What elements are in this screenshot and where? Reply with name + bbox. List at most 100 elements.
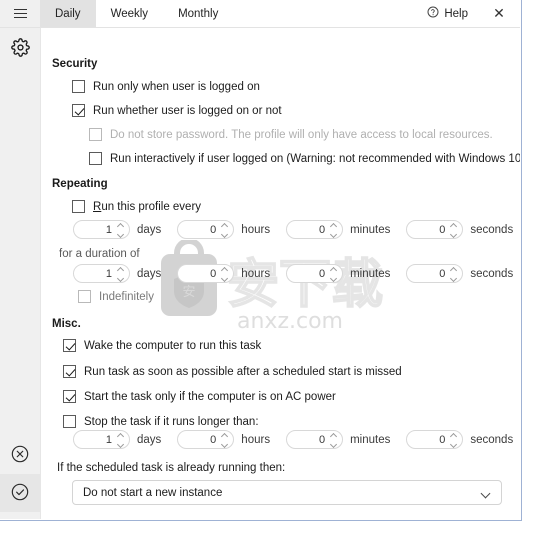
checkbox-ac-power-only[interactable] [63,390,76,403]
duration-seconds-stepper[interactable] [449,267,458,281]
chevron-down-icon[interactable] [481,490,491,496]
chevron-up-icon[interactable] [118,433,124,437]
checkbox-row-wake-computer[interactable]: Wake the computer to run this task [63,339,261,352]
chevron-down-icon[interactable] [222,233,228,237]
chevron-down-icon[interactable] [451,233,457,237]
svg-text:安: 安 [182,285,195,300]
chevron-down-icon[interactable] [222,277,228,281]
cancel-circle-icon [10,444,30,467]
tab-daily-label: Daily [55,7,81,20]
checkbox-row-run-interactively[interactable]: Run interactively if user logged on (War… [89,152,520,165]
stop-after-days-input[interactable]: 1 [73,430,130,449]
stop-after-hours-value: 0 [210,433,217,446]
checkbox-run-whether-logged-on[interactable] [72,104,85,117]
interval-days-input[interactable]: 1 [73,220,130,239]
chevron-down-icon[interactable] [451,277,457,281]
sidebar [0,28,41,519]
duration-minutes-stepper[interactable] [329,267,338,281]
checkbox-run-asap-after-missed[interactable] [63,365,76,378]
interval-hours-stepper[interactable] [220,223,229,237]
interval-seconds-input[interactable]: 0 [406,220,464,239]
cancel-button[interactable] [0,436,40,474]
duration-minutes-input[interactable]: 0 [286,264,344,283]
checkbox-wake-computer-label: Wake the computer to run this task [84,339,262,352]
stop-after-minutes-input[interactable]: 0 [286,430,344,449]
duration-hours-input[interactable]: 0 [177,264,235,283]
chevron-up-icon[interactable] [451,223,457,227]
interval-days-stepper[interactable] [116,223,125,237]
checkbox-row-run-only-logged-on[interactable]: Run only when user is logged on [72,80,260,93]
checkbox-row-stop-task-if-longer[interactable]: Stop the task if it runs longer than: [63,415,259,428]
interval-minutes: 0 minutes [286,220,406,239]
duration-days-input[interactable]: 1 [73,264,130,283]
checkbox-stop-task-if-longer[interactable] [63,415,76,428]
stop-after-seconds-input[interactable]: 0 [406,430,464,449]
stop-after-days-stepper[interactable] [116,433,125,447]
checkbox-run-asap-after-missed-label: Run task as soon as possible after a sch… [84,365,402,378]
tab-daily[interactable]: Daily [40,0,96,27]
help-button[interactable]: Help [417,0,478,27]
tab-weekly[interactable]: Weekly [96,0,164,27]
duration-days-stepper[interactable] [116,267,125,281]
stop-after-days-value: 1 [105,433,112,446]
chevron-up-icon[interactable] [331,433,337,437]
stop-after-hours-stepper[interactable] [220,433,229,447]
interval-seconds-stepper[interactable] [449,223,458,237]
checkbox-indefinitely[interactable] [78,290,91,303]
checkbox-row-run-asap-after-missed[interactable]: Run task as soon as possible after a sch… [63,365,402,378]
check-circle-icon [10,482,30,505]
checkbox-row-run-whether-logged-on[interactable]: Run whether user is logged on or not [72,104,282,117]
checkbox-run-whether-logged-on-label: Run whether user is logged on or not [93,104,282,117]
chevron-down-icon[interactable] [331,277,337,281]
duration-days: 1 days [73,264,177,283]
checkbox-run-only-logged-on[interactable] [72,80,85,93]
checkbox-wake-computer[interactable] [63,339,76,352]
confirm-button[interactable] [0,474,40,512]
sidebar-item-settings[interactable] [0,30,40,68]
stop-after-hours-input[interactable]: 0 [177,430,235,449]
close-button[interactable]: ✕ [478,0,520,27]
checkbox-row-indefinitely[interactable]: Indefinitely [78,290,154,303]
duration-label: for a duration of [59,248,140,260]
interval-minutes-value: 0 [318,223,326,236]
chevron-down-icon[interactable] [118,233,124,237]
interval-seconds: 0 seconds [406,220,520,239]
chevron-up-icon[interactable] [222,223,228,227]
checkbox-indefinitely-label: Indefinitely [99,290,154,303]
stop-after-minutes-stepper[interactable] [329,433,338,447]
menu-button[interactable] [0,0,40,27]
duration-hours-stepper[interactable] [220,267,229,281]
interval-hours-input[interactable]: 0 [177,220,235,239]
tab-monthly[interactable]: Monthly [163,0,233,27]
duration-seconds-input[interactable]: 0 [406,264,464,283]
checkbox-do-not-store-password[interactable] [89,128,102,141]
chevron-down-icon[interactable] [451,443,457,447]
checkbox-row-do-not-store-password[interactable]: Do not store password. The profile will … [89,128,493,141]
stop-after-spinner-row: 1 days 0 hours 0 minutes 0 seconds [73,430,520,449]
chevron-up-icon[interactable] [331,267,337,271]
checkbox-run-this-profile-every[interactable] [72,200,85,213]
checkbox-run-this-profile-every-label: Run this profile every [93,201,201,213]
chevron-down-icon[interactable] [118,443,124,447]
chevron-up-icon[interactable] [451,267,457,271]
section-title-security: Security [52,58,98,70]
chevron-down-icon[interactable] [118,277,124,281]
chevron-up-icon[interactable] [222,267,228,271]
interval-minutes-stepper[interactable] [329,223,338,237]
interval-minutes-input[interactable]: 0 [286,220,344,239]
chevron-up-icon[interactable] [118,267,124,271]
stop-after-seconds-stepper[interactable] [449,433,458,447]
chevron-up-icon[interactable] [222,433,228,437]
chevron-down-icon[interactable] [331,233,337,237]
chevron-down-icon[interactable] [331,443,337,447]
chevron-down-icon[interactable] [222,443,228,447]
duration-minutes: 0 minutes [286,264,406,283]
already-running-select[interactable]: Do not start a new instance [72,480,502,505]
chevron-up-icon[interactable] [451,433,457,437]
stop-after-minutes-value: 0 [318,433,326,446]
checkbox-row-ac-power-only[interactable]: Start the task only if the computer is o… [63,390,336,403]
checkbox-run-interactively[interactable] [89,152,102,165]
chevron-up-icon[interactable] [118,223,124,227]
chevron-up-icon[interactable] [331,223,337,227]
checkbox-row-run-this-profile-every[interactable]: Run this profile every [72,200,201,213]
